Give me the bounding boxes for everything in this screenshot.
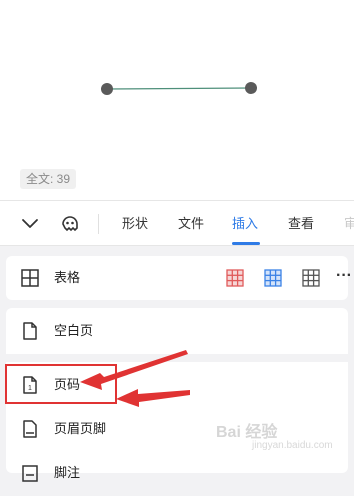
tab-insert[interactable]: 插入 <box>232 201 258 247</box>
table-style-plain-icon[interactable] <box>300 267 322 289</box>
watermark-url: jingyan.baidu.com <box>252 440 333 451</box>
header-footer-icon <box>23 420 37 438</box>
toolbar-divider <box>98 214 99 234</box>
assistant-button[interactable] <box>56 201 84 247</box>
active-tab-indicator <box>232 242 260 245</box>
header-footer-label: 页眉页脚 <box>54 421 107 436</box>
watermark-logo: Bai 经验 <box>216 424 278 441</box>
table-row[interactable]: 表格 ··· <box>6 256 352 300</box>
footnote-icon <box>22 465 38 482</box>
table-style-blue-icon[interactable] <box>262 267 284 289</box>
page-number-highlight <box>5 364 117 404</box>
table-style-red-icon[interactable] <box>224 267 246 289</box>
table-icon <box>21 269 39 287</box>
word-count-badge: 全文: 39 <box>20 169 77 189</box>
section-gap <box>6 354 348 362</box>
table-card: 表格 ··· <box>6 256 352 300</box>
chevron-down-icon <box>22 219 38 228</box>
line-end-handle[interactable] <box>245 82 257 94</box>
line-start-handle[interactable] <box>101 83 113 95</box>
list-item-footnote[interactable]: 脚注 <box>6 450 348 496</box>
blank-page-icon <box>23 322 37 340</box>
assistant-face-icon <box>62 216 78 232</box>
tab-view[interactable]: 查看 <box>288 201 314 247</box>
tab-file[interactable]: 文件 <box>178 201 204 247</box>
table-label: 表格 <box>54 270 81 285</box>
tab-review[interactable]: 审 <box>344 201 354 247</box>
tab-shape[interactable]: 形状 <box>122 201 148 247</box>
collapse-toolbar-button[interactable] <box>16 201 44 247</box>
document-canvas[interactable]: 全文: 39 <box>0 0 354 200</box>
blank-page-label: 空白页 <box>54 323 94 338</box>
list-item-blank-page[interactable]: 空白页 <box>6 308 348 354</box>
more-table-options-button[interactable]: ··· <box>336 256 352 296</box>
footnote-label: 脚注 <box>54 465 81 480</box>
line-segment[interactable] <box>106 87 252 90</box>
bottom-toolbar: 形状 文件 插入 查看 审 <box>0 200 354 246</box>
